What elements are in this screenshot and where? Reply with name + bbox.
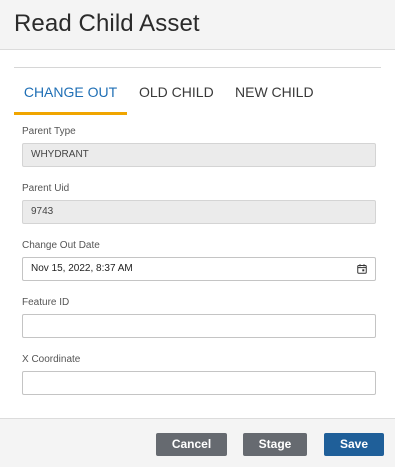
feature-id-label: Feature ID — [22, 297, 70, 308]
dialog-footer: Cancel Stage Save — [0, 418, 395, 467]
change-out-date-label: Change Out Date — [22, 240, 100, 251]
read-child-asset-dialog: Read Child Asset CHANGE OUT OLD CHILD NE… — [0, 0, 395, 467]
cancel-button[interactable]: Cancel — [156, 433, 227, 456]
parent-uid-field: 9743 — [22, 200, 376, 224]
save-button[interactable]: Save — [324, 433, 384, 456]
calendar-icon[interactable] — [357, 264, 367, 274]
feature-id-input[interactable] — [22, 314, 376, 338]
change-out-date-value: Nov 15, 2022, 8:37 AM — [31, 263, 133, 274]
x-coordinate-label: X Coordinate — [22, 354, 81, 365]
parent-uid-label: Parent Uid — [22, 183, 70, 194]
dialog-header: Read Child Asset — [0, 0, 395, 50]
parent-type-field: WHYDRANT — [22, 143, 376, 167]
stage-button[interactable]: Stage — [243, 433, 307, 456]
tab-old-child[interactable]: OLD CHILD — [139, 68, 214, 115]
tab-change-out[interactable]: CHANGE OUT — [14, 68, 127, 115]
x-coordinate-input[interactable] — [22, 371, 376, 395]
dialog-title: Read Child Asset — [14, 10, 200, 37]
dialog-content: CHANGE OUT OLD CHILD NEW CHILD Parent Ty… — [0, 50, 395, 418]
parent-type-label: Parent Type — [22, 126, 76, 137]
tab-bar: CHANGE OUT OLD CHILD NEW CHILD — [14, 68, 381, 116]
tab-new-child[interactable]: NEW CHILD — [235, 68, 314, 115]
change-out-date-input[interactable]: Nov 15, 2022, 8:37 AM — [22, 257, 376, 281]
